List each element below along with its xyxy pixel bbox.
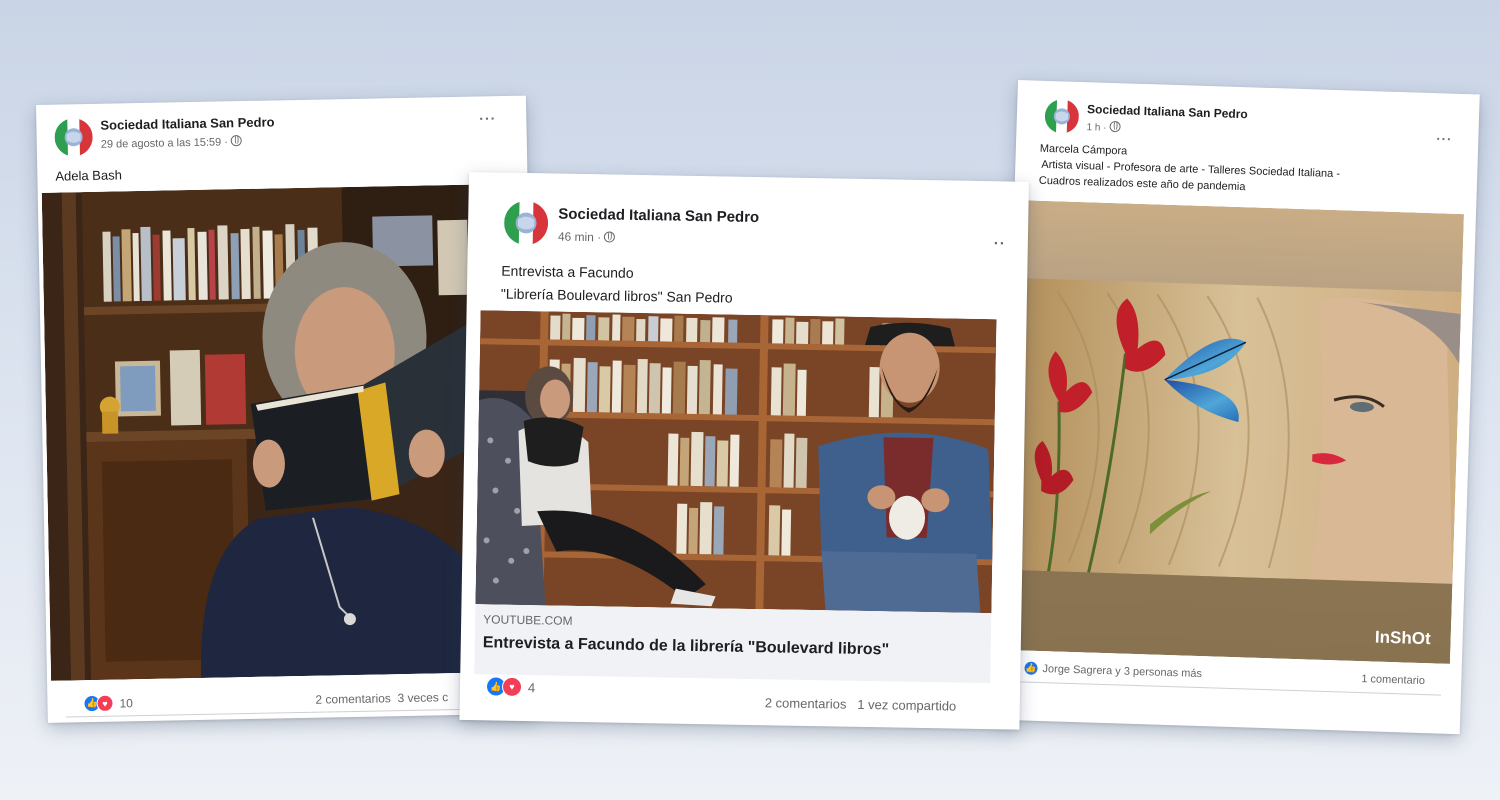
inshot-watermark: InShOt bbox=[1374, 627, 1431, 649]
post-text-line: Cuadros realizados este año de pandemia bbox=[1038, 174, 1246, 194]
globe-icon bbox=[604, 231, 616, 243]
timestamp-text: 1 h · bbox=[1086, 122, 1107, 134]
post-text: Adela Bash bbox=[55, 167, 123, 184]
reactors-text: Jorge Sagrera y 3 personas más bbox=[1042, 662, 1203, 680]
reactions[interactable]: 👍 ♥ 10 bbox=[83, 694, 133, 713]
globe-icon bbox=[230, 135, 243, 147]
post-card-facundo: Sociedad Italiana San Pedro 46 min · ·· … bbox=[459, 172, 1029, 730]
share-count[interactable]: 1 vez compartido bbox=[857, 697, 956, 714]
post-timestamp[interactable]: 46 min · bbox=[558, 230, 616, 245]
post-card-marcela: Sociedad Italiana San Pedro 1 h · ··· Ma… bbox=[997, 80, 1480, 735]
page-avatar-icon[interactable] bbox=[1044, 98, 1080, 134]
comment-count[interactable]: 2 comentarios bbox=[315, 691, 391, 706]
post-timestamp[interactable]: 1 h · bbox=[1086, 120, 1121, 134]
post-video-interview[interactable] bbox=[475, 310, 997, 614]
share-count[interactable]: 3 veces c bbox=[397, 690, 448, 705]
timestamp-text: 29 de agosto a las 15:59 · bbox=[100, 136, 229, 151]
comment-count[interactable]: 2 comentarios bbox=[765, 695, 847, 711]
link-title[interactable]: Entrevista a Facundo de la librería "Bou… bbox=[483, 634, 890, 659]
like-reaction-icon: 👍 bbox=[1023, 660, 1039, 676]
more-options-icon[interactable]: ··· bbox=[479, 110, 496, 126]
timestamp-text: 46 min · bbox=[557, 229, 602, 245]
page-avatar-icon[interactable] bbox=[54, 117, 93, 157]
post-text-line: "Librería Boulevard libros" San Pedro bbox=[500, 285, 733, 306]
post-video-painting[interactable]: InShOt bbox=[1006, 200, 1465, 664]
link-domain: YOUTUBE.COM bbox=[483, 612, 573, 628]
page-name[interactable]: Sociedad Italiana San Pedro bbox=[100, 114, 274, 132]
globe-icon bbox=[1109, 120, 1121, 133]
post-video-reading[interactable] bbox=[41, 184, 483, 681]
post-stats[interactable]: 2 comentarios 1 vez compartido bbox=[765, 695, 957, 713]
more-options-icon[interactable]: ··· bbox=[1436, 131, 1452, 146]
love-reaction-icon: ♥ bbox=[96, 694, 114, 712]
post-author-line: Marcela Cámpora bbox=[1039, 142, 1128, 158]
page-name[interactable]: Sociedad Italiana San Pedro bbox=[1087, 102, 1248, 121]
reactions[interactable]: 👍 Jorge Sagrera y 3 personas más bbox=[1023, 660, 1202, 681]
reaction-count: 4 bbox=[527, 679, 536, 695]
reactions[interactable]: 👍 ♥ 4 bbox=[485, 676, 536, 698]
comment-count[interactable]: 1 comentario bbox=[1361, 673, 1425, 687]
footer-divider bbox=[65, 707, 520, 718]
more-options-icon[interactable]: ·· bbox=[994, 235, 1006, 252]
page-name[interactable]: Sociedad Italiana San Pedro bbox=[558, 206, 759, 227]
page-avatar-icon[interactable] bbox=[503, 200, 549, 246]
post-timestamp[interactable]: 29 de agosto a las 15:59 · bbox=[100, 135, 243, 151]
post-text-line: Entrevista a Facundo bbox=[501, 262, 634, 281]
link-preview[interactable]: YOUTUBE.COM Entrevista a Facundo de la l… bbox=[474, 604, 992, 684]
post-stats[interactable]: 2 comentarios 3 veces c bbox=[315, 690, 448, 707]
love-reaction-icon: ♥ bbox=[501, 676, 523, 698]
reaction-count: 10 bbox=[119, 695, 133, 711]
